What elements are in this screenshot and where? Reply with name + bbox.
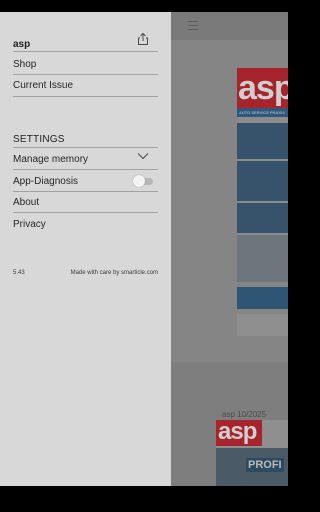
cover-headline: PROFI xyxy=(246,458,284,472)
cover-strip: AUTO SERVICE PRAXIS xyxy=(237,108,288,117)
divider xyxy=(13,96,158,97)
app-diagnosis-toggle[interactable] xyxy=(133,174,155,188)
magazine-cover[interactable]: asp AUTO SERVICE PRAXIS xyxy=(237,68,288,282)
credits-link[interactable]: Made with care by smarticle.com xyxy=(69,270,158,276)
toggle-knob xyxy=(133,175,145,187)
drawer-title: asp xyxy=(13,39,31,50)
status-bar xyxy=(0,0,288,12)
divider xyxy=(13,191,158,192)
navigation-bar xyxy=(0,486,288,512)
cover-teaser-box xyxy=(237,161,288,201)
menu-item-about[interactable]: About xyxy=(13,195,158,211)
divider xyxy=(13,74,158,75)
divider xyxy=(13,212,158,213)
hamburger-menu-icon[interactable] xyxy=(188,21,198,30)
divider xyxy=(13,169,158,170)
chevron-down-icon[interactable] xyxy=(137,152,149,160)
cover-teaser-box xyxy=(237,203,288,233)
menu-item-shop[interactable]: Shop xyxy=(13,57,158,73)
share-icon[interactable] xyxy=(136,32,150,46)
divider xyxy=(13,147,158,148)
cover-photo xyxy=(237,235,288,282)
menu-item-current-issue[interactable]: Current Issue xyxy=(13,78,158,94)
magazine-cover-issue[interactable]: asp PROFI xyxy=(216,420,288,486)
cover-teaser-box xyxy=(237,123,288,159)
menu-item-privacy[interactable]: Privacy xyxy=(13,217,158,233)
read-button-bar[interactable] xyxy=(237,287,288,309)
secondary-button-bar[interactable] xyxy=(237,314,288,336)
settings-heading: SETTINGS xyxy=(13,134,65,145)
cover-logo: asp xyxy=(237,68,288,108)
navigation-drawer: asp Shop Current Issue SETTINGS Manage m… xyxy=(0,12,171,486)
app-version: 5.43 xyxy=(13,270,25,276)
divider xyxy=(13,51,158,52)
cover-logo: asp xyxy=(216,420,262,446)
issue-label: asp 10/2025 xyxy=(222,410,267,419)
